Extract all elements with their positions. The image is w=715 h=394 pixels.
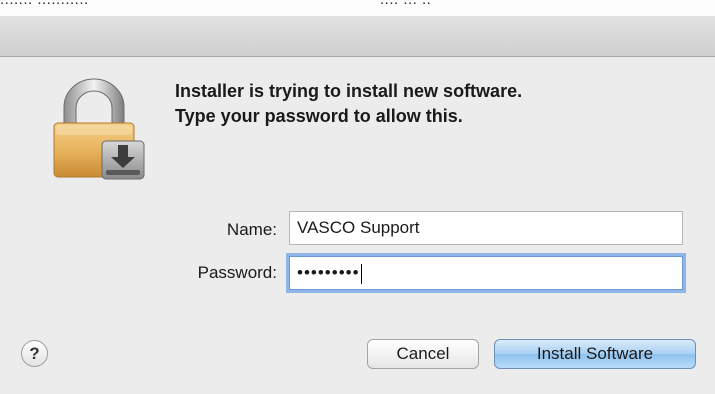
text-cursor <box>360 263 362 284</box>
install-software-button[interactable]: Install Software <box>494 339 696 369</box>
message-line-1: Installer is trying to install new softw… <box>175 81 523 101</box>
name-label: Name: <box>226 220 277 239</box>
password-label: Password: <box>197 263 277 282</box>
dialog-title-bar[interactable] <box>0 16 715 57</box>
background-window-text-right: .... ... .. <box>380 0 431 9</box>
name-field[interactable]: VASCO Support <box>289 211 683 245</box>
background-window-strip: ....... ........... .... ... .. <box>0 0 715 16</box>
dialog-message: Installer is trying to install new softw… <box>175 79 522 129</box>
lock-icon <box>53 78 145 180</box>
password-dots: ••••••••• <box>297 263 360 282</box>
authentication-dialog: Installer is trying to install new softw… <box>0 57 715 394</box>
background-window-text: ....... ........... <box>0 0 300 9</box>
help-button[interactable]: ? <box>21 340 48 367</box>
message-line-2: Type your password to allow this. <box>175 106 463 126</box>
password-field[interactable]: ••••••••• <box>289 256 683 290</box>
cancel-button[interactable]: Cancel <box>367 339 479 369</box>
